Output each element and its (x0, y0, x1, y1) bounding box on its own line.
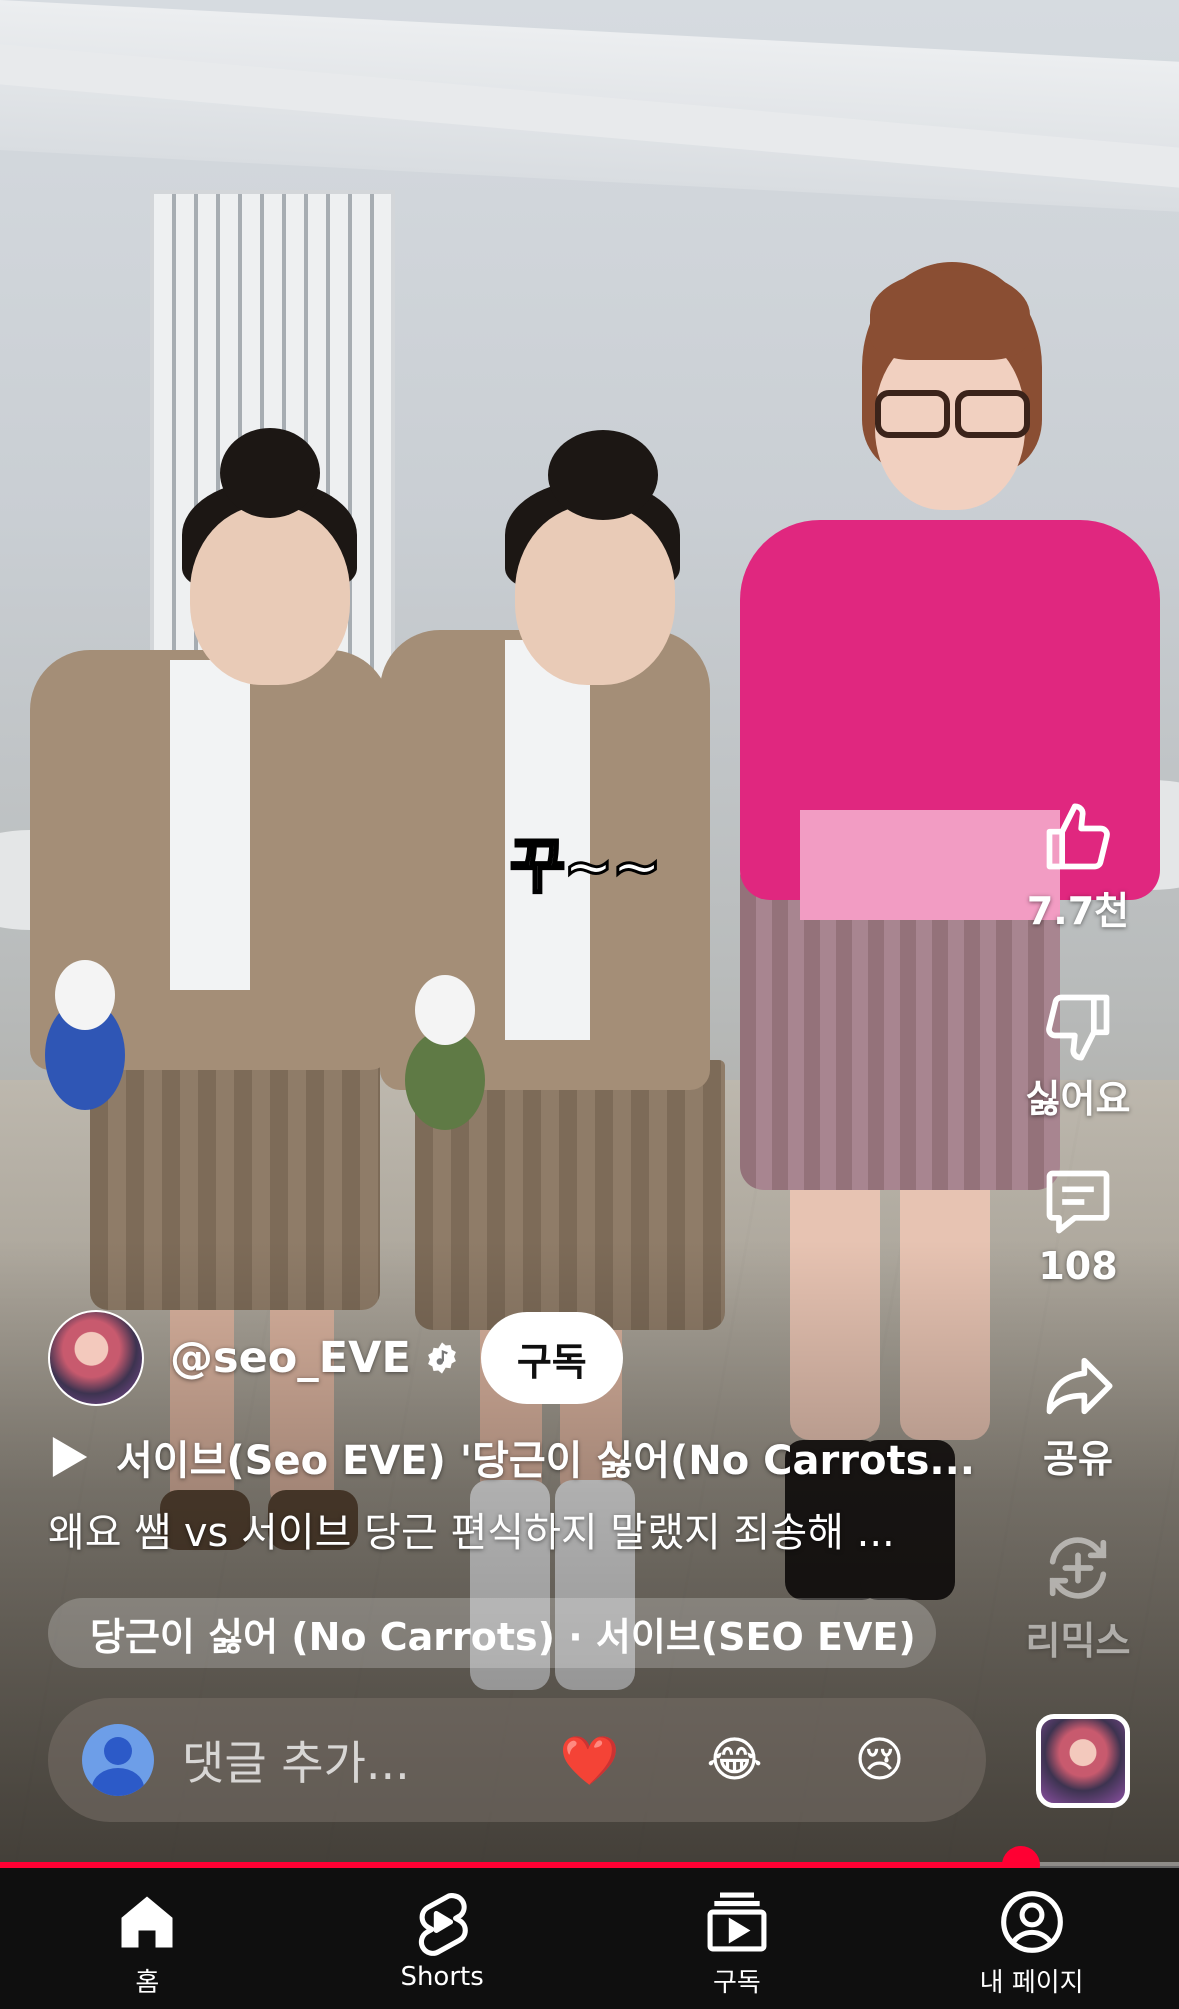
comment-input[interactable]: 댓글 추가... (182, 1727, 517, 1793)
dislike-label: 싫어요 (1025, 1077, 1131, 1121)
subscribe-button[interactable]: 구독 (480, 1312, 623, 1404)
nav-home[interactable]: 홈 (0, 1868, 295, 2009)
nav-shorts[interactable]: Shorts (295, 1868, 590, 2009)
channel-handle[interactable]: @seo_EVE (170, 1333, 411, 1383)
profile-icon (1000, 1891, 1063, 1953)
shorts-icon (419, 1892, 468, 1956)
share-button[interactable]: 공유 (1013, 1348, 1143, 1483)
dislike-button[interactable]: 싫어요 (1013, 988, 1143, 1123)
comments-button[interactable]: 108 (1013, 1164, 1143, 1288)
laughing-emoji-button[interactable]: 😂 (662, 1732, 807, 1788)
thumbs-up-icon (1046, 803, 1110, 870)
video-title: 서이브(Seo EVE) '당근이 싫어(No Carrots... (116, 1438, 975, 1484)
video-player[interactable]: 꾸~~ (0, 0, 1179, 1866)
share-icon (1046, 1357, 1113, 1415)
nav-home-label: 홈 (135, 1968, 160, 1998)
remix-icon (1049, 1537, 1107, 1599)
nav-my-page-label: 내 페이지 (979, 1968, 1084, 1998)
music-artist-badge-icon (427, 1342, 456, 1374)
user-avatar-icon (82, 1724, 154, 1796)
sound-thumbnail[interactable] (1036, 1714, 1130, 1808)
nav-my-page[interactable]: 내 페이지 (884, 1868, 1179, 2009)
comment-bar[interactable]: 댓글 추가... ❤️ 😂 😢 (48, 1698, 986, 1822)
video-title-row[interactable]: 서이브(Seo EVE) '당근이 싫어(No Carrots... (52, 1428, 982, 1486)
like-button[interactable]: 7.7천 (1013, 800, 1143, 935)
video-description[interactable]: 왜요 쌤 vs 서이브 당근 편식하지 말랬지 죄송해 ... (48, 1500, 998, 1558)
comment-count: 108 (1038, 1244, 1118, 1288)
music-pill[interactable]: 당근이 싫어 (No Carrots) · 서이브(SEO EVE) (48, 1598, 936, 1668)
music-label: 당근이 싫어 (No Carrots) · 서이브(SEO EVE) (90, 1614, 916, 1659)
comment-icon (1046, 1170, 1110, 1234)
home-icon (121, 1896, 173, 1948)
remix-button[interactable]: 리믹스 (1013, 1530, 1143, 1665)
subscriptions-icon (707, 1892, 767, 1952)
like-count: 7.7천 (1026, 889, 1130, 933)
channel-row: @seo_EVE 구독 (48, 1308, 623, 1408)
bottom-nav: 홈 Shorts 구독 내 페이지 (0, 1868, 1179, 2009)
share-label: 공유 (1043, 1437, 1113, 1481)
channel-avatar[interactable] (48, 1310, 144, 1406)
nav-subscriptions-label: 구독 (712, 1968, 761, 1998)
play-icon (52, 1437, 88, 1477)
thumbs-down-icon (1046, 994, 1110, 1061)
heart-emoji-button[interactable]: ❤️ (517, 1732, 662, 1789)
nav-shorts-label: Shorts (400, 1962, 484, 1992)
remix-label: 리믹스 (1025, 1619, 1131, 1663)
crying-emoji-button[interactable]: 😢 (807, 1732, 952, 1788)
video-caption-overlay: 꾸~~ (509, 831, 664, 904)
nav-subscriptions[interactable]: 구독 (590, 1868, 885, 2009)
